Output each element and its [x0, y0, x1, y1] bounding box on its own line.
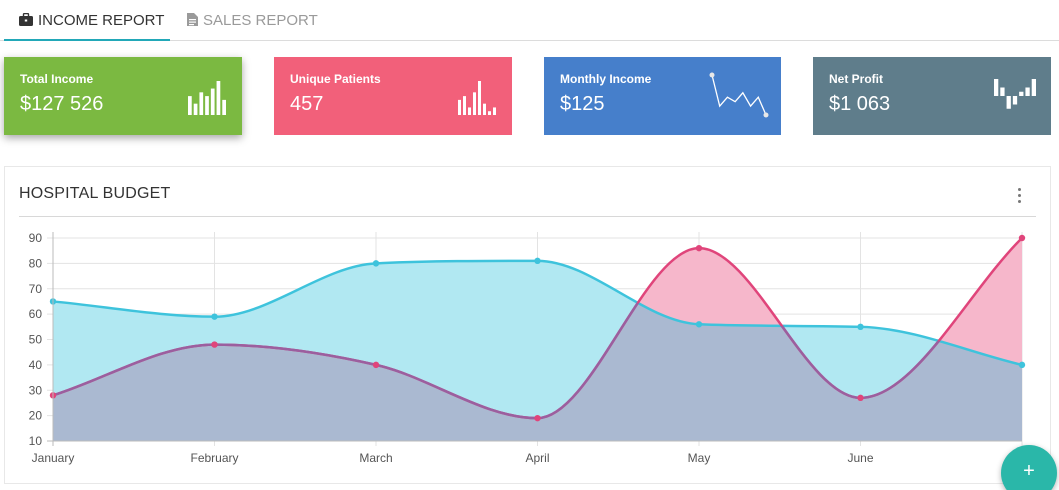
- series-0-point[interactable]: [372, 260, 380, 267]
- series-1-point[interactable]: [534, 414, 541, 422]
- series-0-point[interactable]: [857, 323, 864, 331]
- series-0-point[interactable]: [534, 257, 541, 265]
- y-tick-label: 60: [29, 307, 43, 321]
- y-tick-label: 50: [29, 333, 43, 347]
- y-tick-label: 30: [29, 383, 43, 397]
- series-1-point[interactable]: [857, 394, 864, 402]
- y-tick-label: 10: [29, 434, 43, 448]
- series-1-point[interactable]: [695, 244, 703, 252]
- fab-label: +: [1023, 459, 1035, 482]
- x-tick-label: June: [847, 451, 873, 465]
- x-tick-label: April: [525, 451, 549, 465]
- x-tick-label: March: [359, 451, 392, 465]
- series-1-point[interactable]: [1018, 234, 1026, 242]
- series-0-point[interactable]: [211, 313, 218, 320]
- y-tick-label: 20: [29, 409, 43, 423]
- x-tick-label: February: [190, 451, 238, 465]
- y-tick-label: 70: [29, 282, 43, 296]
- x-tick-label: January: [32, 451, 75, 465]
- series-0-point[interactable]: [1018, 361, 1026, 369]
- y-tick-label: 90: [29, 231, 43, 245]
- series-0-point[interactable]: [695, 321, 703, 328]
- y-tick-label: 80: [29, 256, 43, 270]
- y-tick-label: 40: [29, 358, 43, 372]
- x-tick-label: May: [688, 451, 711, 465]
- series-1-point[interactable]: [372, 361, 380, 369]
- series-1-point[interactable]: [211, 341, 218, 348]
- hospital-budget-chart: 10 20 30 40 50 60 70 80 90 January February March Ap…: [29, 231, 1026, 465]
